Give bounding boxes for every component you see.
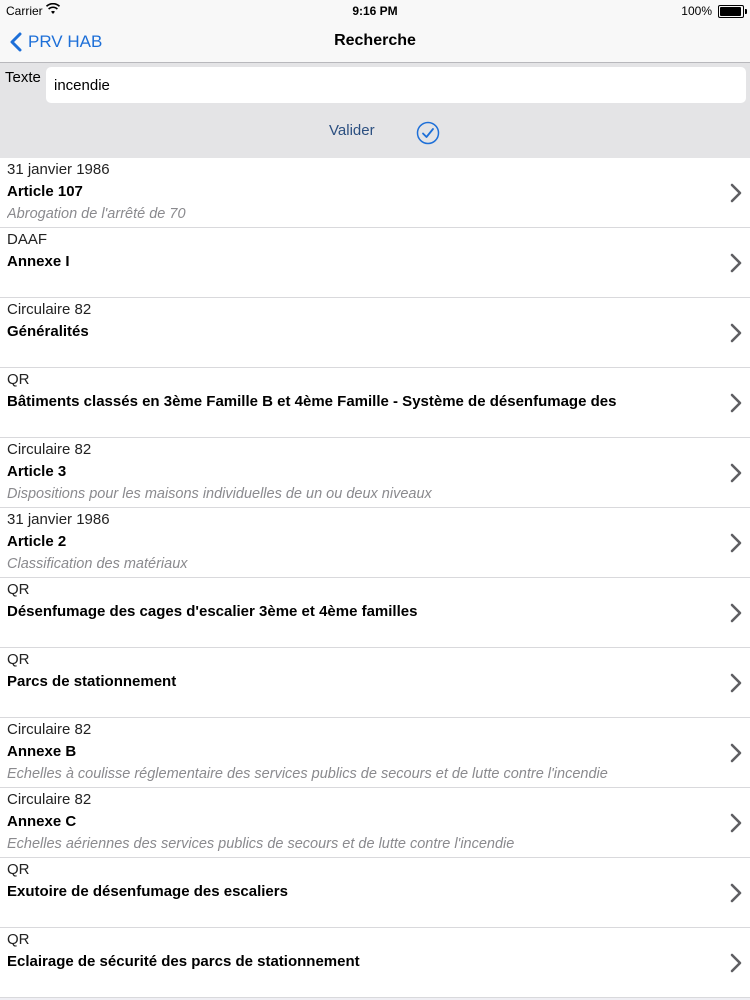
item-title: Annexe B [7,743,77,760]
search-label: Texte [5,69,41,86]
clock: 9:16 PM [352,4,398,18]
item-subtitle: Classification des matériaux [7,556,188,572]
list-item[interactable]: Circulaire 82 Annexe B Echelles à coulisse… [0,718,750,788]
item-source: QR [7,651,30,668]
search-input[interactable] [46,67,746,103]
search-panel: Texte Valider [0,63,750,158]
chevron-right-icon [730,673,742,693]
chevron-right-icon [730,253,742,273]
item-source: DAAF [7,231,48,248]
validate-button[interactable]: Valider [329,122,375,139]
list-item[interactable]: 31 janvier 1986 Article 2 Classification d… [0,508,750,578]
chevron-right-icon [730,743,742,763]
chevron-right-icon [730,183,742,203]
item-source: Circulaire 82 [7,721,92,738]
item-source: QR [7,371,30,388]
status-bar: Carrier 9:16 PM 100% [0,0,750,22]
chevron-right-icon [730,463,742,483]
list-item[interactable]: Circulaire 82 Annexe C Echelles aériennes … [0,788,750,858]
chevron-right-icon [730,323,742,343]
results-list: 31 janvier 1986 Article 107 Abrogation de … [0,158,750,998]
list-item[interactable]: 31 janvier 1986 Article 107 Abrogation de … [0,158,750,228]
chevron-right-icon [730,953,742,973]
list-item[interactable]: QR Parcs de stationnement [0,648,750,718]
item-title: Parcs de stationnement [7,673,177,690]
item-source: QR [7,931,30,948]
item-source: 31 janvier 1986 [7,511,110,528]
item-subtitle: Dispositions pour les maisons individuel… [7,486,432,502]
chevron-right-icon [730,883,742,903]
item-subtitle: Echelles à coulisse réglementaire des se… [7,766,608,782]
battery-icon [718,5,747,18]
item-title: Généralités [7,323,89,340]
item-source: Circulaire 82 [7,441,92,458]
item-title: Annexe C [7,813,77,830]
item-source: 31 janvier 1986 [7,161,110,178]
item-subtitle: Echelles aériennes des services publics … [7,836,515,852]
item-source: Circulaire 82 [7,791,92,808]
item-title: Exutoire de désenfumage des escaliers [7,883,288,900]
list-item[interactable]: Circulaire 82 Article 3 Dispositions pour … [0,438,750,508]
item-source: Circulaire 82 [7,301,92,318]
list-item[interactable]: DAAF Annexe I [0,228,750,298]
chevron-right-icon [730,603,742,623]
chevron-right-icon [730,533,742,553]
item-source: QR [7,861,30,878]
battery-percentage: 100% [681,4,712,18]
list-item[interactable]: QR Eclairage de sécurité des parcs de sta… [0,928,750,998]
item-subtitle: Abrogation de l'arrêté de 70 [7,206,186,222]
page-title: Recherche [334,32,416,49]
list-item[interactable]: QR Bâtiments classés en 3ème Famille B et… [0,368,750,438]
item-title: Article 2 [7,533,67,550]
item-source: QR [7,581,30,598]
navigation-bar: PRV HAB Recherche [0,22,750,63]
list-item[interactable]: QR Désenfumage des cages d'escalier 3ème … [0,578,750,648]
item-title: Bâtiments classés en 3ème Famille B et 4… [7,393,617,410]
checkmark-circle-icon[interactable] [416,121,440,145]
list-item[interactable]: QR Exutoire de désenfumage des escaliers [0,858,750,928]
list-item[interactable]: Circulaire 82 Généralités [0,298,750,368]
chevron-right-icon [730,813,742,833]
item-title: Eclairage de sécurité des parcs de stati… [7,953,360,970]
chevron-right-icon [730,393,742,413]
item-title: Désenfumage des cages d'escalier 3ème et… [7,603,418,620]
item-title: Article 3 [7,463,67,480]
item-title: Article 107 [7,183,83,200]
item-title: Annexe I [7,253,70,270]
